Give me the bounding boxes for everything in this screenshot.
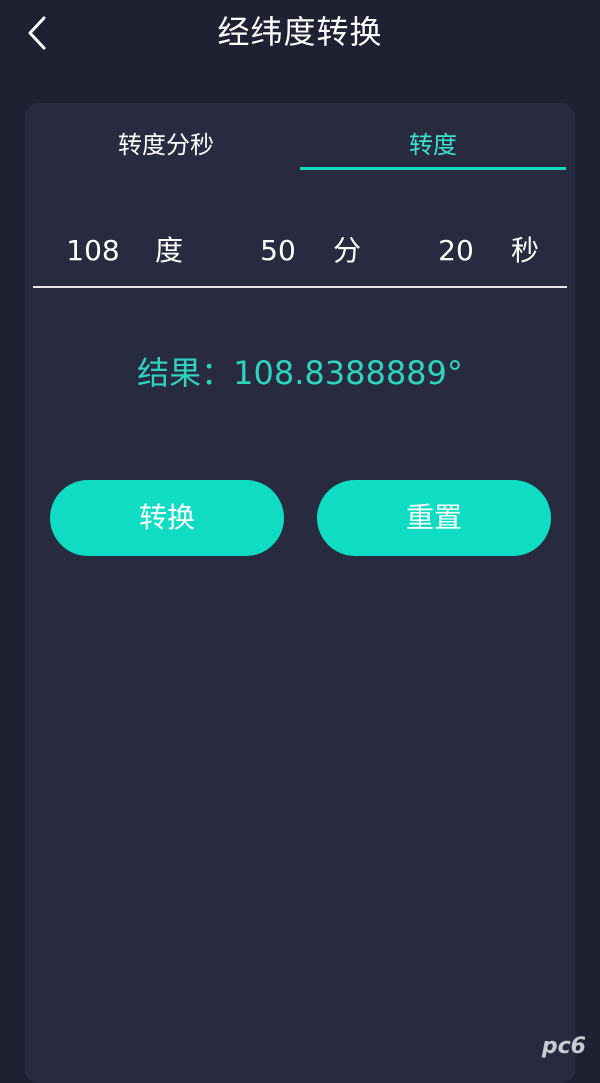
seconds-unit-label: 秒: [511, 234, 540, 267]
degrees-unit-label: 度: [155, 234, 184, 267]
minutes-input[interactable]: 50: [253, 231, 303, 271]
reset-button[interactable]: 重置: [317, 480, 551, 556]
page-title: 经纬度转换: [217, 13, 383, 51]
result-label: 结果：: [137, 354, 234, 392]
minutes-unit-label: 分: [333, 234, 362, 267]
degrees-input[interactable]: 108: [63, 231, 123, 271]
tab-to-degrees[interactable]: 转度: [300, 125, 566, 169]
input-underline: [33, 286, 567, 288]
tab-bar: 转度分秒 转度: [25, 103, 575, 173]
converter-card: 转度分秒 转度 108 度 50 分 20 秒 结果：108.8388889° …: [25, 103, 575, 1083]
result-display: 结果：108.8388889°: [25, 351, 575, 395]
dms-input-row: 108 度 50 分 20 秒: [33, 223, 567, 283]
seconds-input[interactable]: 20: [431, 231, 481, 271]
watermark-logo: pc6: [541, 1034, 586, 1059]
result-value: 108.8388889°: [233, 354, 463, 392]
app-header: 经纬度转换: [0, 0, 600, 68]
tab-to-dms[interactable]: 转度分秒: [33, 125, 299, 169]
active-tab-indicator: [300, 167, 566, 170]
convert-button[interactable]: 转换: [50, 480, 284, 556]
